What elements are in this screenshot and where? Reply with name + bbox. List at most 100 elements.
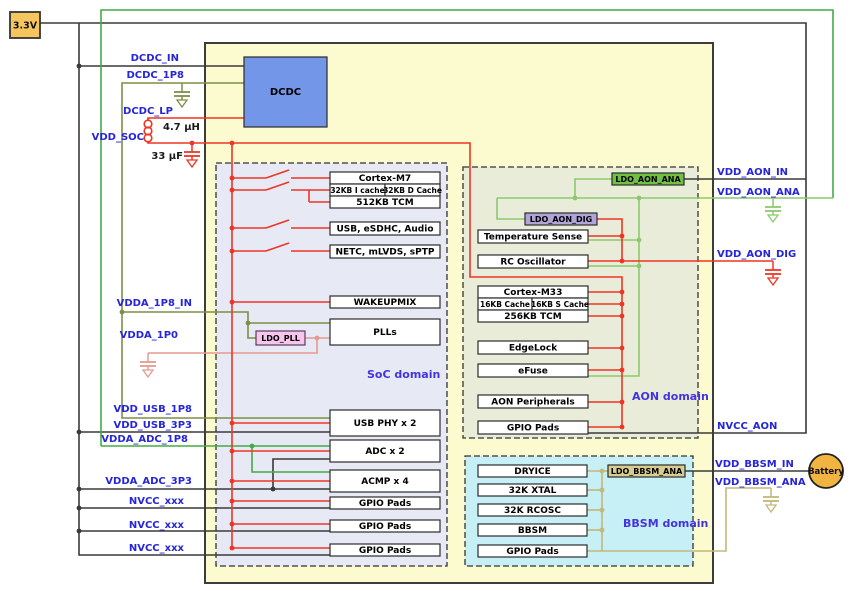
- block-aon-periph-label: AON Peripherals: [491, 398, 574, 408]
- junction-dot: [230, 176, 235, 181]
- junction-dot: [230, 421, 235, 426]
- junction-dot: [620, 314, 625, 319]
- supply-3v3-label: 3.3V: [13, 21, 38, 32]
- block-netc: NETC, mLVDS, sPTP: [330, 245, 440, 258]
- junction-dot: [230, 300, 235, 305]
- block-edgelock-label: EdgeLock: [509, 344, 558, 354]
- junction-dot: [620, 234, 625, 239]
- junction-dot: [573, 196, 578, 201]
- junction-dot: [230, 499, 235, 504]
- block-bbsm: BBSM: [478, 524, 587, 536]
- cap-vdd-soc-33uf-icon: [184, 143, 200, 167]
- label-33-f: 33 µF: [151, 151, 183, 162]
- block-cortex-m7-label: Cortex-M7: [359, 174, 411, 184]
- junction-dot: [77, 487, 82, 492]
- power-block-diagram: DCDC Cortex-M732KB I cache32KB D Cache512…: [0, 0, 850, 591]
- junction-dot: [315, 336, 320, 341]
- block-usb-phy: USB PHY x 2: [330, 410, 440, 436]
- junction-dot: [600, 528, 605, 533]
- junction-dot: [600, 508, 605, 513]
- domain-soc-label: SoC domain: [367, 368, 440, 381]
- junction-dot: [620, 259, 625, 264]
- label-nvcc-xxx: NVCC_xxx: [129, 520, 185, 531]
- ground-icon: [768, 215, 778, 222]
- junction-dot: [620, 400, 625, 405]
- ground-icon: [187, 160, 197, 167]
- block-ldo-bbsm-ana: LDO_BBSM_ANA: [608, 465, 685, 477]
- junction-dot: [230, 546, 235, 551]
- ground-icon: [766, 505, 776, 512]
- junction-dot: [77, 529, 82, 534]
- block-rc-osc: RC Oscillator: [478, 255, 588, 268]
- junction-dot: [77, 506, 82, 511]
- block-plls: PLLs: [330, 319, 440, 345]
- block-tcm-256-label: 256KB TCM: [504, 312, 561, 322]
- block-usb-esdhc-label: USB, eSDHC, Audio: [336, 225, 433, 235]
- junction-dot: [600, 469, 605, 474]
- label-vdd-bbsm-in: VDD_BBSM_IN: [715, 459, 794, 470]
- block-plls-label: PLLs: [373, 328, 396, 338]
- block-ldo-aon-dig-label: LDO_AON_DIG: [530, 215, 592, 224]
- block-gpio-aon-label: GPIO Pads: [507, 424, 559, 434]
- junction-dot: [620, 302, 625, 307]
- block-ldo-aon-ana: LDO_AON_ANA: [612, 173, 684, 185]
- block-icache-m7: 32KB I cache: [330, 184, 385, 196]
- junction-dot: [637, 196, 642, 201]
- block-ldo-pll: LDO_PLL: [256, 331, 305, 345]
- block-xtal-32k-label: 32K XTAL: [509, 486, 557, 496]
- block-cache-16-label: 16KB Cache: [480, 300, 530, 309]
- block-dryice: DRYICE: [478, 465, 587, 477]
- block-netc-label: NETC, mLVDS, sPTP: [335, 248, 434, 258]
- junction-dot: [230, 188, 235, 193]
- block-usb-esdhc: USB, eSDHC, Audio: [330, 222, 440, 235]
- label-dcdc-in: DCDC_IN: [131, 53, 179, 64]
- junction-dot: [250, 444, 255, 449]
- domain-aon-label: AON domain: [632, 390, 709, 403]
- junction-dot: [600, 488, 605, 493]
- domain-bbsm-label: BBSM domain: [623, 517, 708, 530]
- block-adc: ADC x 2: [330, 440, 440, 462]
- cap-vdda-1p0-icon: [140, 353, 156, 377]
- block-wakeupmix: WAKEUPMIX: [330, 296, 440, 308]
- inductor-4u7-icon: [144, 120, 152, 142]
- label-nvcc-aon: NVCC_AON: [717, 421, 777, 432]
- block-rcosc-32k-label: 32K RCOSC: [504, 506, 561, 516]
- label-vdda-1p8-in: VDDA_1P8_IN: [117, 298, 192, 309]
- block-tcm-512: 512KB TCM: [330, 196, 440, 208]
- block-cortex-m33-label: Cortex-M33: [504, 288, 563, 298]
- block-cache-16s: 16KB S Cache: [531, 298, 589, 310]
- ground-icon: [177, 100, 187, 107]
- cap-vdd-bbsm-ana-icon: [763, 488, 779, 512]
- block-ldo-bbsm-ana-label: LDO_BBSM_ANA: [611, 467, 683, 476]
- junction-dot: [620, 290, 625, 295]
- block-gpio-soc-3-label: GPIO Pads: [359, 546, 411, 556]
- label-vdd-aon-dig: VDD_AON_DIG: [717, 249, 796, 260]
- label-vdd-soc: VDD_SOC: [92, 132, 144, 143]
- block-dcdc-label: DCDC: [270, 87, 301, 98]
- junction-dot: [230, 449, 235, 454]
- block-cortex-m33: Cortex-M33: [478, 286, 588, 298]
- block-tcm-256: 256KB TCM: [478, 310, 588, 322]
- block-gpio-soc-2: GPIO Pads: [330, 520, 440, 532]
- block-ldo-aon-ana-label: LDO_AON_ANA: [615, 175, 681, 184]
- block-efuse-label: eFuse: [518, 367, 548, 377]
- block-dryice-label: DRYICE: [514, 467, 551, 477]
- block-rcosc-32k: 32K RCOSC: [478, 504, 587, 516]
- diagram-canvas: DCDC Cortex-M732KB I cache32KB D Cache512…: [0, 0, 850, 591]
- battery-label: Battery: [808, 467, 844, 477]
- junction-dot: [230, 522, 235, 527]
- junction-dot: [637, 238, 642, 243]
- block-efuse: eFuse: [478, 364, 588, 377]
- block-bbsm-label: BBSM: [518, 526, 547, 536]
- junction-dot: [620, 368, 625, 373]
- block-dcache-m7: 32KB D Cache: [383, 184, 442, 196]
- label-vdda-adc-3p3: VDDA_ADC_3P3: [105, 476, 192, 487]
- block-ldo-aon-dig: LDO_AON_DIG: [525, 213, 597, 225]
- label-vdd-aon-in: VDD_AON_IN: [717, 167, 788, 178]
- junction-dot: [77, 430, 82, 435]
- junction-dot: [271, 487, 276, 492]
- block-gpio-soc-1-label: GPIO Pads: [359, 499, 411, 509]
- cap-vdd-aon-ana-icon: [765, 198, 781, 222]
- block-gpio-bbsm-label: GPIO Pads: [506, 547, 558, 557]
- block-gpio-soc-2-label: GPIO Pads: [359, 522, 411, 532]
